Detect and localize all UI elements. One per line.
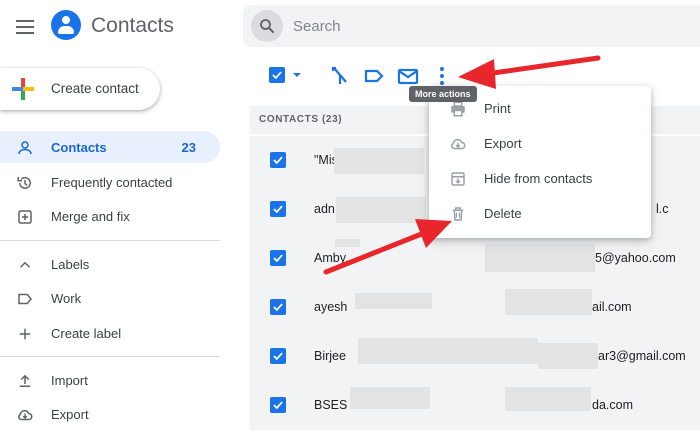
annotation-arrow-more-actions <box>458 55 601 89</box>
annotation-arrows <box>323 55 601 275</box>
annotation-arrow-delete <box>323 219 452 275</box>
